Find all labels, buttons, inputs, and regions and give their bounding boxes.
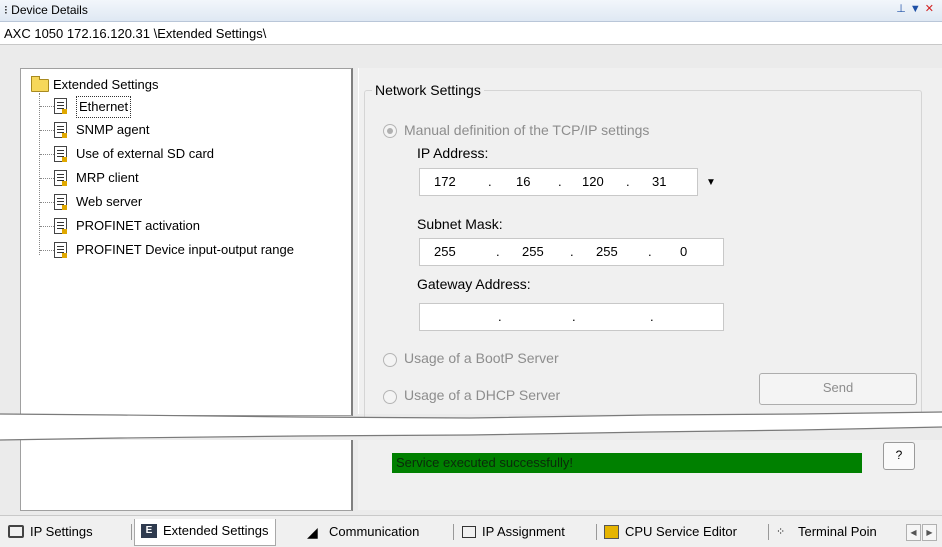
document-icon bbox=[54, 146, 67, 162]
ip-dropdown-arrow-icon[interactable]: ▼ bbox=[706, 177, 716, 188]
tree-connector bbox=[39, 93, 40, 255]
manual-tcpip-label: Manual definition of the TCP/IP settings bbox=[404, 122, 650, 138]
panel-title-bar: ⁝ Device Details ⊥▼✕ bbox=[0, 0, 942, 22]
send-button[interactable]: Send bbox=[759, 373, 917, 405]
path-bar: AXC 1050 172.16.120.31 \Extended Setting… bbox=[0, 22, 942, 45]
panel-title: ⁝ Device Details bbox=[4, 3, 88, 17]
pin-icon[interactable]: ⊥ bbox=[896, 3, 910, 15]
tab-ip-settings[interactable]: IP Settings bbox=[8, 520, 93, 544]
ip-address-label: IP Address: bbox=[417, 145, 489, 161]
tab-ip-assignment[interactable]: IP Assignment bbox=[462, 520, 565, 544]
status-message: Service executed successfully! bbox=[392, 453, 862, 473]
ip-assignment-icon bbox=[462, 525, 476, 538]
dropdown-icon[interactable]: ▼ bbox=[910, 3, 925, 15]
tab-communication[interactable]: ◢ Communication bbox=[307, 520, 419, 544]
dhcp-radio[interactable] bbox=[383, 390, 397, 404]
ip-address-field[interactable]: 172 . 16 . 120 . 31 bbox=[419, 168, 698, 196]
document-icon bbox=[54, 98, 67, 114]
extended-settings-icon: E bbox=[141, 523, 157, 538]
subnet-mask-field[interactable]: 255 . 255 . 255 . 0 bbox=[419, 238, 724, 266]
document-icon bbox=[54, 194, 67, 210]
document-icon bbox=[54, 218, 67, 234]
tab-terminal-points[interactable]: ⁘ Terminal Poin bbox=[776, 520, 900, 544]
tab-cpu-service-editor[interactable]: CPU Service Editor bbox=[604, 520, 737, 544]
communication-icon: ◢ bbox=[307, 523, 318, 540]
bootp-radio[interactable] bbox=[383, 353, 397, 367]
group-title: Network Settings bbox=[372, 82, 484, 98]
close-icon[interactable]: ✕ bbox=[925, 3, 938, 15]
manual-tcpip-radio[interactable] bbox=[383, 124, 397, 138]
device-path: AXC 1050 172.16.120.31 \Extended Setting… bbox=[4, 26, 267, 41]
gateway-address-field[interactable]: . . . bbox=[419, 303, 724, 331]
document-icon bbox=[54, 242, 67, 258]
torn-edge bbox=[0, 411, 942, 441]
dhcp-label: Usage of a DHCP Server bbox=[404, 387, 561, 403]
folder-open-icon bbox=[31, 76, 49, 92]
settings-tree: Extended Settings Ethernet SNMP agent Us… bbox=[20, 68, 353, 416]
document-icon bbox=[54, 170, 67, 186]
document-icon bbox=[54, 122, 67, 138]
gateway-address-label: Gateway Address: bbox=[417, 276, 531, 292]
help-button[interactable]: ? bbox=[883, 442, 915, 470]
tab-extended-settings[interactable]: E Extended Settings bbox=[134, 519, 276, 546]
terminal-points-icon: ⁘ bbox=[776, 525, 786, 538]
title-bar-buttons: ⊥▼✕ bbox=[896, 2, 938, 15]
tab-bar: IP Settings E Extended Settings ◢ Communic… bbox=[0, 515, 942, 547]
tab-scroll-left-icon[interactable]: ◀ bbox=[906, 524, 921, 541]
network-plug-icon bbox=[8, 525, 24, 539]
subnet-mask-label: Subnet Mask: bbox=[417, 216, 503, 232]
cpu-service-icon bbox=[604, 524, 619, 539]
bootp-label: Usage of a BootP Server bbox=[404, 350, 559, 366]
tab-scroll-right-icon[interactable]: ▶ bbox=[922, 524, 937, 541]
